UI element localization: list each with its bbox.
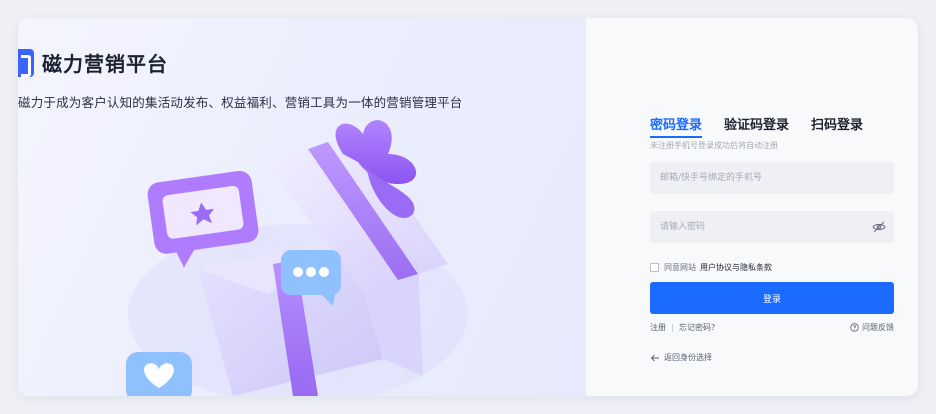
arrow-left-icon	[650, 354, 659, 361]
password-input[interactable]	[650, 211, 894, 243]
hero-panel: 磁力营销平台 磁力于成为客户认知的集活动发布、权益福利、营销工具为一体的营销管理…	[18, 18, 586, 396]
forgot-password-link[interactable]: 忘记密码?	[679, 322, 715, 333]
brand-slogan: 磁力于成为客户认知的集活动发布、权益福利、营销工具为一体的营销管理平台	[18, 95, 463, 110]
back-to-role-select[interactable]: 返回身份选择	[650, 352, 712, 363]
login-button[interactable]: 登录	[650, 282, 894, 314]
eye-off-icon[interactable]	[872, 221, 886, 233]
gift-illustration	[126, 120, 468, 396]
agree-checkbox[interactable]	[650, 263, 659, 272]
login-panel: 密码登录 验证码登录 扫码登录 未注册手机号登录成功后将自动注册 同意网站 用户…	[586, 18, 918, 396]
question-circle-icon	[850, 323, 859, 332]
register-hint: 未注册手机号登录成功后将自动注册	[650, 141, 778, 150]
register-link[interactable]: 注册	[650, 322, 666, 333]
phone-input[interactable]	[650, 162, 894, 194]
brand-logo-icon	[18, 48, 34, 77]
agreement-row: 同意网站 用户协议与隐私条款	[650, 262, 772, 273]
link-divider	[672, 323, 673, 332]
feedback-label: 问题反馈	[862, 323, 894, 332]
brand-name: 磁力营销平台	[42, 52, 168, 76]
agree-label: 同意网站	[664, 263, 696, 272]
back-label: 返回身份选择	[664, 353, 712, 362]
login-tabs: 密码登录 验证码登录 扫码登录	[650, 114, 863, 138]
tab-qr-login[interactable]: 扫码登录	[811, 114, 863, 138]
feedback-link[interactable]: 问题反馈	[850, 322, 894, 333]
auxiliary-links: 注册 忘记密码? 问题反馈	[650, 322, 894, 333]
tab-code-login[interactable]: 验证码登录	[724, 114, 789, 138]
tab-password-login[interactable]: 密码登录	[650, 114, 703, 138]
brand: 磁力营销平台	[18, 48, 168, 77]
login-card: 磁力营销平台 磁力于成为客户认知的集活动发布、权益福利、营销工具为一体的营销管理…	[18, 18, 918, 396]
terms-link[interactable]: 用户协议与隐私条款	[700, 262, 772, 273]
